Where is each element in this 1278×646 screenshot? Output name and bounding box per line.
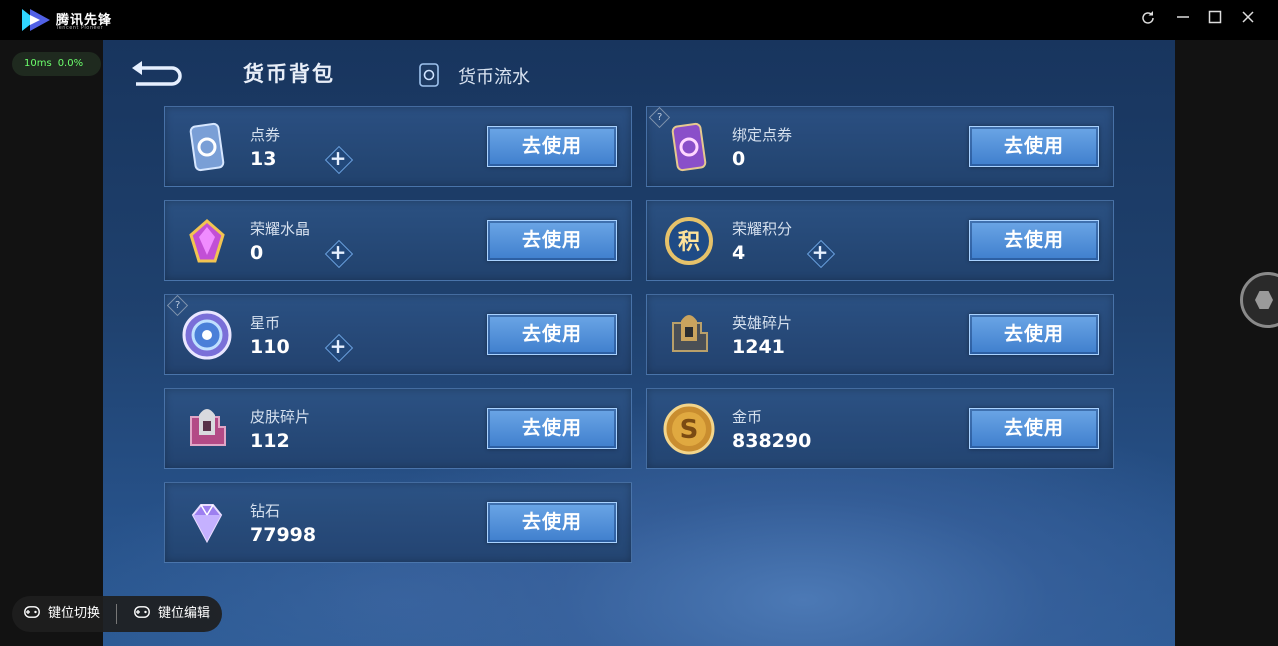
crystal-icon	[189, 219, 225, 263]
add-shuijing-button[interactable]: +	[325, 240, 351, 266]
diamond-icon	[191, 504, 223, 544]
app-name-en: Tencent Pioneer	[56, 25, 104, 31]
use-jifen-button[interactable]: 去使用	[969, 220, 1099, 261]
currency-name: 金币	[732, 408, 763, 426]
use-shuijing-button[interactable]: 去使用	[487, 220, 617, 261]
use-jinbi-button[interactable]: 去使用	[969, 408, 1099, 449]
gamepad-icon	[24, 606, 40, 618]
plus-icon: +	[329, 334, 347, 358]
star-coin-icon	[182, 310, 232, 360]
ticket-card-icon	[189, 122, 225, 172]
use-zuanshi-button[interactable]: 去使用	[487, 502, 617, 543]
app-logo-icon	[22, 9, 50, 31]
currency-card-dianquan: 点券 13 + 去使用	[164, 106, 632, 187]
bound-ticket-icon	[671, 122, 707, 172]
currency-name: 星币	[250, 314, 281, 332]
currency-amount: 110	[250, 336, 290, 358]
currency-amount: 838290	[732, 430, 812, 452]
use-yingxiong-button[interactable]: 去使用	[969, 314, 1099, 355]
divider	[116, 604, 117, 624]
currency-card-shuijing: 荣耀水晶 0 + 去使用	[164, 200, 632, 281]
currency-name: 皮肤碎片	[250, 408, 311, 426]
keymap-bar: 键位切换 键位编辑	[12, 596, 222, 632]
plus-icon: +	[811, 240, 829, 264]
keymap-edit-button[interactable]: 键位编辑	[134, 596, 210, 632]
add-jifen-button[interactable]: +	[807, 240, 833, 266]
right-side-panel	[1175, 40, 1278, 646]
honor-points-icon: 积	[665, 217, 713, 265]
currency-amount: 0	[250, 242, 264, 264]
tab-currency-flow-label: 货币流水	[458, 67, 530, 88]
keymap-edit-label: 键位编辑	[158, 606, 211, 621]
plus-icon: +	[329, 146, 347, 170]
currency-card-jifen: 积 荣耀积分 4 + 去使用	[646, 200, 1114, 281]
currency-name: 点券	[250, 126, 281, 144]
keymap-switch-button[interactable]: 键位切换	[24, 596, 100, 632]
plus-icon: +	[329, 240, 347, 264]
currency-amount: 0	[732, 148, 746, 170]
ticket-card-icon	[419, 63, 439, 87]
keymap-switch-label: 键位切换	[48, 606, 101, 621]
hero-fragment-icon	[672, 315, 708, 352]
title-bar: 腾讯先锋 Tencent Pioneer	[0, 0, 1278, 40]
svg-text:S: S	[680, 415, 699, 445]
tab-currency-bag[interactable]: 货币背包	[243, 58, 335, 88]
skin-fragment-icon	[190, 409, 226, 446]
currency-amount: 4	[732, 242, 746, 264]
close-icon[interactable]	[1238, 10, 1258, 30]
use-xingbi-button[interactable]: 去使用	[487, 314, 617, 355]
use-bangding-button[interactable]: 去使用	[969, 126, 1099, 167]
use-dianquan-button[interactable]: 去使用	[487, 126, 617, 167]
add-dianquan-button[interactable]: +	[325, 146, 351, 172]
gold-coin-icon: S	[663, 403, 715, 455]
currency-name: 绑定点券	[732, 126, 793, 144]
refresh-icon[interactable]	[1138, 10, 1158, 30]
currency-name: 英雄碎片	[732, 314, 793, 332]
maximize-icon[interactable]	[1205, 10, 1225, 30]
add-xingbi-button[interactable]: +	[325, 334, 351, 360]
currency-amount: 112	[250, 430, 290, 452]
currency-amount: 1241	[732, 336, 785, 358]
loss-value: 0.0%	[57, 58, 84, 69]
gamepad-icon	[134, 606, 150, 618]
currency-amount: 13	[250, 148, 277, 170]
currency-name: 荣耀积分	[732, 220, 793, 238]
back-arrow-icon[interactable]	[128, 58, 184, 90]
currency-amount: 77998	[250, 524, 317, 546]
latency-value: 10ms	[24, 58, 52, 69]
perf-indicator: 10ms 0.0%	[12, 52, 102, 76]
game-viewport: 货币背包 货币流水 点券 13 + 去使用? 绑定点券 0 去使用 荣耀水晶 0 + 去使用积荣耀积…	[103, 40, 1175, 646]
minimize-icon[interactable]	[1173, 10, 1193, 30]
use-pifu-button[interactable]: 去使用	[487, 408, 617, 449]
currency-card-xingbi: ? 星币 110 + 去使用	[164, 294, 632, 375]
left-side-panel	[0, 40, 103, 646]
currency-card-pifu: 皮肤碎片 112 去使用	[164, 388, 632, 469]
currency-card-zuanshi: 钻石 77998 去使用	[164, 482, 632, 563]
currency-name: 荣耀水晶	[250, 220, 311, 238]
currency-card-bangding: ? 绑定点券 0 去使用	[646, 106, 1114, 187]
currency-card-jinbi: S 金币 838290 去使用	[646, 388, 1114, 469]
svg-text:积: 积	[678, 230, 700, 255]
currency-card-yingxiong: 英雄碎片 1241 去使用	[646, 294, 1114, 375]
currency-name: 钻石	[250, 502, 281, 520]
hexagon-icon	[1255, 291, 1273, 309]
